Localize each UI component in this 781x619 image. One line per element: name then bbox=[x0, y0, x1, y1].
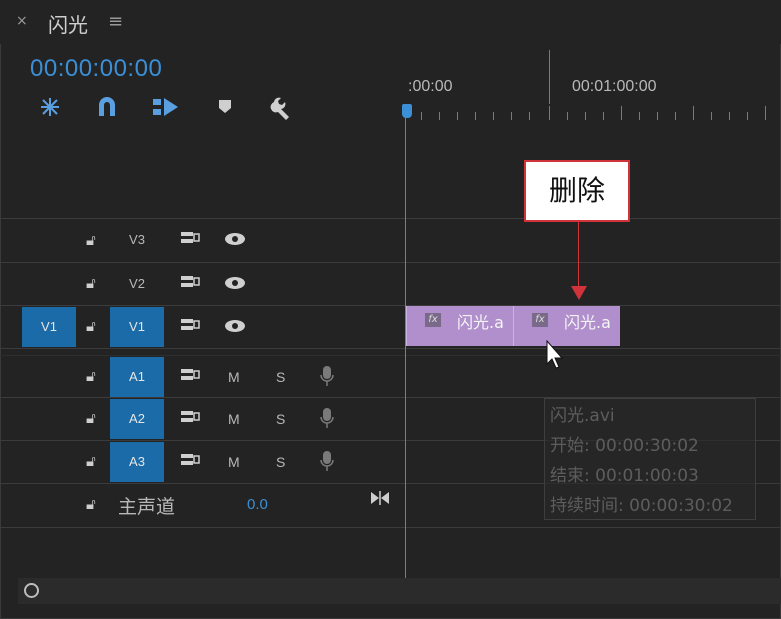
tooltip-clip-name: 闪光.avi bbox=[550, 406, 615, 426]
track-label-a1[interactable]: A1 bbox=[110, 357, 164, 397]
clip-name: 闪光.a bbox=[564, 313, 611, 332]
source-patch-v1[interactable]: V1 bbox=[22, 307, 76, 347]
track-label-a2[interactable]: A2 bbox=[110, 399, 164, 439]
clip-tooltip: 闪光.avi 开始: 00:00:30:02 结束: 00:01:00:03 持… bbox=[544, 398, 756, 520]
microphone-icon-a2[interactable] bbox=[320, 407, 334, 433]
fx-badge: fx bbox=[532, 313, 548, 327]
mute-button-a2[interactable]: M bbox=[228, 411, 240, 427]
track-label-v3[interactable]: V3 bbox=[110, 220, 164, 260]
solo-button-a2[interactable]: S bbox=[276, 411, 285, 427]
sync-lock-icon-v3[interactable] bbox=[180, 230, 200, 250]
lock-icon-v2[interactable]: 🔓︎ bbox=[86, 274, 96, 292]
clip-1[interactable]: fx 闪光.a bbox=[406, 306, 513, 346]
eye-icon-v2[interactable] bbox=[224, 276, 246, 294]
sync-lock-icon-v2[interactable] bbox=[180, 274, 200, 294]
sync-lock-icon-a1[interactable] bbox=[180, 367, 200, 387]
mouse-cursor-icon bbox=[546, 339, 566, 374]
tooltip-start: 开始: 00:00:30:02 bbox=[550, 436, 699, 456]
callout-arrow-head bbox=[571, 286, 587, 300]
horizontal-scrollbar[interactable] bbox=[18, 578, 781, 604]
clip-2[interactable]: fx 闪光.a bbox=[513, 306, 620, 346]
eye-icon-v3[interactable] bbox=[224, 232, 246, 250]
sync-lock-icon-a2[interactable] bbox=[180, 409, 200, 429]
clip-name: 闪光.a bbox=[457, 313, 504, 332]
master-track-label: 主声道 bbox=[118, 496, 176, 518]
eye-icon-v1[interactable] bbox=[224, 319, 246, 337]
snap-magnet-icon[interactable] bbox=[96, 96, 118, 123]
sync-lock-icon-v1[interactable] bbox=[180, 317, 200, 337]
panel-menu-icon[interactable]: ≡ bbox=[108, 11, 123, 32]
bowtie-icon[interactable] bbox=[370, 490, 390, 510]
solo-button-a1[interactable]: S bbox=[276, 369, 285, 385]
playhead-handle[interactable] bbox=[402, 104, 412, 118]
mute-button-a1[interactable]: M bbox=[228, 369, 240, 385]
tooltip-duration: 持续时间: 00:00:30:02 bbox=[550, 496, 733, 516]
sequence-tab-title[interactable]: 闪光 bbox=[48, 9, 88, 38]
lock-icon-a2[interactable]: 🔓︎ bbox=[86, 409, 96, 427]
linked-selection-icon[interactable] bbox=[152, 96, 180, 123]
master-volume-value[interactable]: 0.0 bbox=[247, 496, 268, 513]
time-ruler[interactable] bbox=[405, 44, 781, 128]
lock-icon-v3[interactable]: 🔓︎ bbox=[86, 231, 96, 249]
microphone-icon-a3[interactable] bbox=[320, 450, 334, 476]
lock-icon-v1[interactable]: 🔓︎ bbox=[86, 317, 96, 335]
wrench-icon[interactable] bbox=[270, 96, 296, 125]
add-marker-icon[interactable] bbox=[218, 96, 232, 121]
fx-badge: fx bbox=[425, 313, 441, 327]
scrollbar-zoom-handle[interactable] bbox=[24, 583, 39, 598]
delete-callout: 删除 bbox=[524, 160, 630, 222]
lock-icon-master[interactable]: 🔓︎ bbox=[86, 495, 96, 513]
lock-icon-a3[interactable]: 🔓︎ bbox=[86, 452, 96, 470]
microphone-icon-a1[interactable] bbox=[320, 365, 334, 391]
close-icon[interactable]: × bbox=[16, 13, 28, 29]
sync-lock-icon-a3[interactable] bbox=[180, 452, 200, 472]
mute-button-a3[interactable]: M bbox=[228, 454, 240, 470]
lock-icon-a1[interactable]: 🔓︎ bbox=[86, 367, 96, 385]
solo-button-a3[interactable]: S bbox=[276, 454, 285, 470]
track-label-v2[interactable]: V2 bbox=[110, 264, 164, 304]
nest-sequence-icon[interactable] bbox=[38, 96, 62, 123]
track-label-a3[interactable]: A3 bbox=[110, 442, 164, 482]
tooltip-end: 结束: 00:01:00:03 bbox=[550, 466, 699, 486]
playhead-timecode[interactable]: 00:00:00:00 bbox=[30, 55, 162, 83]
callout-arrow-line bbox=[578, 222, 579, 292]
playhead-line[interactable] bbox=[405, 104, 406, 580]
track-label-v1[interactable]: V1 bbox=[110, 307, 164, 347]
